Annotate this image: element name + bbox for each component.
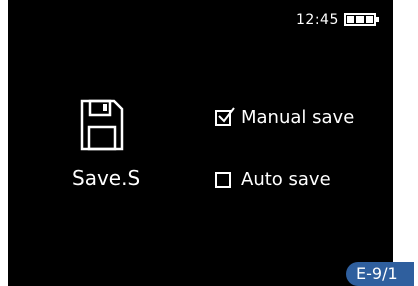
floppy-disk-icon <box>80 99 124 151</box>
status-time: 12:45 <box>296 12 339 28</box>
battery-cell <box>347 16 355 23</box>
manual-save-checkbox[interactable] <box>215 106 235 126</box>
battery-tip <box>376 17 379 22</box>
auto-save-checkbox[interactable] <box>215 171 231 188</box>
battery-cell <box>365 16 373 23</box>
battery-cell <box>356 16 364 23</box>
auto-save-option[interactable]: Auto save <box>215 169 331 190</box>
page-badge: E-9/1 <box>346 262 414 286</box>
auto-save-label: Auto save <box>241 169 331 190</box>
mode-title: Save.S <box>72 166 141 190</box>
battery-icon <box>344 13 376 26</box>
manual-save-option[interactable]: Manual save <box>215 106 355 128</box>
checkmark-icon <box>218 106 235 123</box>
manual-save-label: Manual save <box>241 107 355 128</box>
device-screen: 12:45 Save.S Manual save Auto save <box>8 0 393 286</box>
